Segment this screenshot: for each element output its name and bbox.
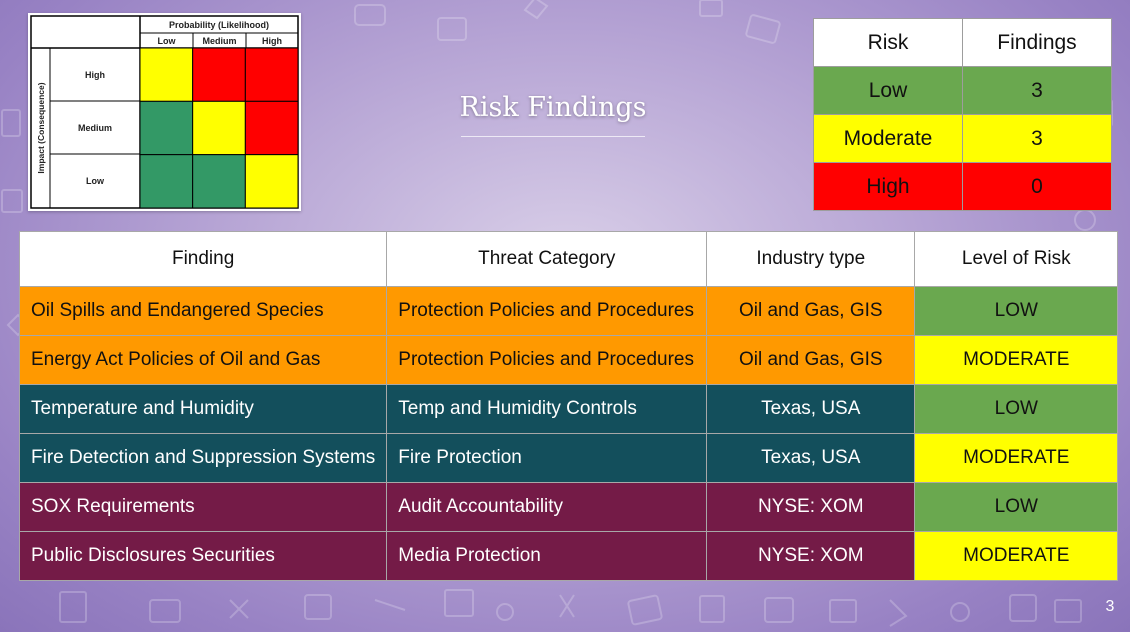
threat-category-cell: Temp and Humidity Controls [386, 384, 708, 434]
matrix-cell-medium-low [139, 100, 194, 156]
industry-type-cell: Texas, USA [706, 433, 916, 483]
header-level-of-risk: Level of Risk [914, 231, 1119, 287]
matrix-row-medium: Medium [78, 123, 112, 133]
summary-header-row: Risk Findings [813, 18, 1112, 67]
industry-type-cell: Texas, USA [706, 384, 916, 434]
summary-row: Moderate 3 [813, 114, 1112, 163]
matrix-col-high: High [262, 36, 282, 46]
risk-matrix-image: Probability (Likelihood) Low Medium High… [28, 13, 301, 211]
matrix-cell-low-high [244, 154, 299, 209]
summary-risk-cell: Low [813, 66, 963, 115]
table-row: Energy Act Policies of Oil and Gas Prote… [18, 335, 1119, 385]
threat-category-cell: Audit Accountability [386, 482, 708, 532]
impact-header: Impact (Consequence) [36, 82, 46, 173]
table-row: Temperature and Humidity Temp and Humidi… [18, 384, 1119, 434]
matrix-col-low: Low [158, 36, 177, 46]
title-underline [461, 136, 645, 137]
table-row: SOX Requirements Audit Accountability NY… [18, 482, 1119, 532]
industry-type-cell: NYSE: XOM [706, 531, 916, 581]
risk-level-cell: MODERATE [914, 531, 1119, 581]
summary-row: Low 3 [813, 66, 1112, 115]
matrix-cell-high-medium [192, 47, 246, 102]
threat-category-cell: Protection Policies and Procedures [386, 335, 708, 385]
finding-cell: Oil Spills and Endangered Species [18, 286, 388, 336]
matrix-cell-medium-high [244, 100, 299, 156]
matrix-row-low: Low [86, 176, 105, 186]
probability-header: Probability (Likelihood) [169, 20, 269, 30]
risk-level-cell: LOW [914, 384, 1119, 434]
risk-level-cell: MODERATE [914, 335, 1119, 385]
finding-cell: SOX Requirements [18, 482, 388, 532]
summary-findings-cell: 3 [962, 114, 1112, 163]
matrix-col-medium: Medium [202, 36, 236, 46]
summary-risk-cell: Moderate [813, 114, 963, 163]
matrix-cell-low-medium [192, 154, 246, 209]
risk-level-cell: LOW [914, 482, 1119, 532]
summary-row: High 0 [813, 162, 1112, 211]
finding-cell: Temperature and Humidity [18, 384, 388, 434]
risk-level-cell: LOW [914, 286, 1119, 336]
summary-header-findings: Findings [962, 18, 1112, 67]
matrix-cell-high-low [139, 47, 194, 102]
industry-type-cell: Oil and Gas, GIS [706, 286, 916, 336]
industry-type-cell: NYSE: XOM [706, 482, 916, 532]
risk-summary-table: Risk Findings Low 3 Moderate 3 High 0 [813, 18, 1112, 211]
risk-level-cell: MODERATE [914, 433, 1119, 483]
slide-title: Risk Findings [459, 92, 647, 123]
finding-cell: Public Disclosures Securities [18, 531, 388, 581]
finding-cell: Energy Act Policies of Oil and Gas [18, 335, 388, 385]
table-row: Fire Detection and Suppression Systems F… [18, 433, 1119, 483]
summary-header-risk: Risk [813, 18, 963, 67]
summary-risk-cell: High [813, 162, 963, 211]
matrix-cell-medium-medium [192, 100, 246, 156]
threat-category-cell: Protection Policies and Procedures [386, 286, 708, 336]
finding-cell: Fire Detection and Suppression Systems [18, 433, 388, 483]
summary-findings-cell: 0 [962, 162, 1112, 211]
summary-findings-cell: 3 [962, 66, 1112, 115]
threat-category-cell: Fire Protection [386, 433, 708, 483]
matrix-cell-low-low [139, 154, 194, 209]
matrix-cell-high-high [244, 47, 299, 102]
findings-table: Finding Threat Category Industry type Le… [18, 231, 1119, 581]
header-threat-category: Threat Category [386, 231, 708, 287]
matrix-row-high: High [85, 70, 105, 80]
header-finding: Finding [18, 231, 388, 287]
findings-header-row: Finding Threat Category Industry type Le… [18, 231, 1119, 287]
page-number: 3 [1105, 598, 1115, 615]
industry-type-cell: Oil and Gas, GIS [706, 335, 916, 385]
header-industry-type: Industry type [706, 231, 916, 287]
table-row: Public Disclosures Securities Media Prot… [18, 531, 1119, 581]
threat-category-cell: Media Protection [386, 531, 708, 581]
table-row: Oil Spills and Endangered Species Protec… [18, 286, 1119, 336]
